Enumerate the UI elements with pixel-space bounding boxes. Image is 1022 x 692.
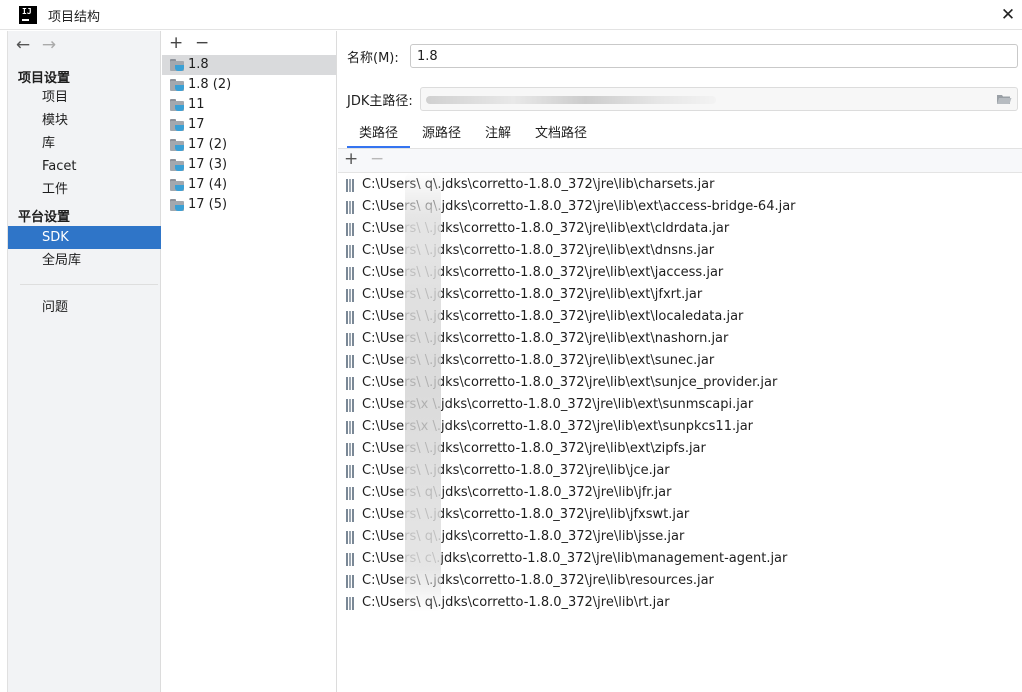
classpath-row[interactable]: C:\Users\ q\.jdks\corretto-1.8.0_372\jre… (346, 482, 672, 504)
tab-sourcepath[interactable]: 源路径 (410, 123, 473, 149)
window-title: 项目结构 (48, 10, 101, 25)
forward-arrow-icon[interactable]: → (40, 35, 58, 55)
back-arrow-icon[interactable]: ← (14, 35, 32, 55)
jdk-folder-icon (170, 179, 185, 191)
sdk-list-item-label: 17 (188, 117, 205, 132)
nav-item-artifacts[interactable]: 工件 (8, 178, 161, 201)
jdk-home-path-field[interactable] (420, 87, 1018, 111)
add-sdk-button[interactable]: + (169, 33, 183, 53)
classpath-row[interactable]: C:\Users\ q\.jdks\corretto-1.8.0_372\jre… (346, 592, 670, 614)
sdk-list-item[interactable]: 1.8 (162, 55, 336, 75)
logo-text: IJ (22, 7, 32, 16)
settings-nav: ← → 项目设置 项目 模块 库 Facet 工件 平台设置 SDK 全局库 问… (8, 31, 161, 692)
browse-folder-icon[interactable] (996, 93, 1012, 105)
name-input[interactable] (410, 44, 1018, 68)
jar-library-icon (346, 222, 356, 236)
close-icon[interactable]: ✕ (998, 5, 1018, 25)
redaction-smear (405, 172, 441, 612)
classpath-row[interactable]: C:\Users\ q\.jdks\corretto-1.8.0_372\jre… (346, 174, 715, 196)
jar-library-icon (346, 244, 356, 258)
background-window-edge (0, 31, 8, 692)
detail-tabs: 类路径 源路径 注解 文档路径 (347, 123, 599, 149)
jdk-folder-icon (170, 119, 185, 131)
classpath-row[interactable]: C:\Users\ \.jdks\corretto-1.8.0_372\jre\… (346, 570, 714, 592)
classpath-row[interactable]: C:\Users\ \.jdks\corretto-1.8.0_372\jre\… (346, 328, 728, 350)
jar-library-icon (346, 508, 356, 522)
nav-divider (20, 284, 158, 285)
sdk-list-item[interactable]: 17 (4) (162, 175, 336, 195)
add-classpath-button[interactable]: + (344, 149, 358, 169)
jar-library-icon (346, 442, 356, 456)
classpath-row[interactable]: C:\Users\ \.jdks\corretto-1.8.0_372\jre\… (346, 218, 729, 240)
nav-item-libraries[interactable]: 库 (8, 132, 161, 155)
tab-docpath[interactable]: 文档路径 (523, 123, 599, 149)
classpath-row[interactable]: C:\Users\ q\.jdks\corretto-1.8.0_372\jre… (346, 526, 684, 548)
jar-library-icon (346, 310, 356, 324)
sdk-list-item-label: 17 (4) (188, 177, 228, 192)
remove-sdk-button[interactable]: − (195, 33, 209, 53)
name-label-text: 名称(M): (347, 51, 399, 66)
jdk-home-label: JDK主路径: (347, 94, 413, 109)
nav-item-facet[interactable]: Facet (8, 155, 161, 178)
nav-item-modules[interactable]: 模块 (8, 109, 161, 132)
platform-settings-header: 平台设置 (18, 210, 71, 225)
redacted-path (426, 96, 716, 104)
jar-library-icon (346, 266, 356, 280)
jar-library-icon (346, 464, 356, 478)
sdk-list-item[interactable]: 17 (5) (162, 195, 336, 215)
nav-item-problems[interactable]: 问题 (8, 296, 161, 319)
jdk-folder-icon (170, 59, 185, 71)
sdk-list-item[interactable]: 17 (3) (162, 155, 336, 175)
name-label: 名称(M): (347, 47, 399, 66)
jdk-folder-icon (170, 199, 185, 211)
sdk-list-item-label: 11 (188, 97, 205, 112)
classpath-row[interactable]: C:\Users\ \.jdks\corretto-1.8.0_372\jre\… (346, 438, 706, 460)
jdk-folder-icon (170, 159, 185, 171)
jar-library-icon (346, 376, 356, 390)
jar-library-icon (346, 552, 356, 566)
jar-library-icon (346, 420, 356, 434)
jar-library-icon (346, 574, 356, 588)
sdk-list-item-label: 17 (3) (188, 157, 228, 172)
jar-library-icon (346, 200, 356, 214)
nav-item-global-libraries[interactable]: 全局库 (8, 249, 161, 272)
sdk-list-panel: + − 1.8 1.8 (2) 11 17 17 (2) 17 (3) 17 (4) 17 (… (162, 31, 337, 692)
nav-arrows: ← → (14, 35, 58, 55)
classpath-toolbar: + − (338, 149, 1022, 173)
sdk-list-item[interactable]: 17 (162, 115, 336, 135)
classpath-row[interactable]: C:\Users\ \.jdks\corretto-1.8.0_372\jre\… (346, 240, 714, 262)
jdk-folder-icon (170, 99, 185, 111)
sdk-list-item-label: 17 (5) (188, 197, 228, 212)
sdk-list-item[interactable]: 11 (162, 95, 336, 115)
sdk-list-item-label: 17 (2) (188, 137, 228, 152)
title-bar: IJ 项目结构 ✕ (0, 0, 1022, 30)
nav-item-project[interactable]: 项目 (8, 86, 161, 109)
classpath-row[interactable]: C:\Users\ \.jdks\corretto-1.8.0_372\jre\… (346, 262, 723, 284)
tab-annotations[interactable]: 注解 (473, 123, 523, 149)
remove-classpath-button[interactable]: − (370, 149, 384, 169)
nav-item-sdk[interactable]: SDK (8, 226, 161, 249)
jar-library-icon (346, 530, 356, 544)
intellij-logo-icon: IJ (19, 6, 37, 24)
sdk-list-item[interactable]: 1.8 (2) (162, 75, 336, 95)
jar-library-icon (346, 486, 356, 500)
sdk-list-item[interactable]: 17 (2) (162, 135, 336, 155)
sdk-list-item-label: 1.8 (2) (188, 77, 232, 92)
jar-library-icon (346, 332, 356, 346)
classpath-row[interactable]: C:\Users\ \.jdks\corretto-1.8.0_372\jre\… (346, 460, 670, 482)
jdk-folder-icon (170, 79, 185, 91)
sdk-list-item-label: 1.8 (188, 57, 209, 72)
jar-library-icon (346, 288, 356, 302)
jar-library-icon (346, 596, 356, 610)
jar-library-icon (346, 178, 356, 192)
jar-library-icon (346, 398, 356, 412)
jdk-folder-icon (170, 139, 185, 151)
jar-library-icon (346, 354, 356, 368)
project-settings-header: 项目设置 (18, 71, 71, 86)
classpath-row[interactable]: C:\Users\ \.jdks\corretto-1.8.0_372\jre\… (346, 504, 689, 526)
classpath-row[interactable]: C:\Users\ \.jdks\corretto-1.8.0_372\jre\… (346, 350, 714, 372)
classpath-row[interactable]: C:\Users\ \.jdks\corretto-1.8.0_372\jre\… (346, 284, 702, 306)
tab-classpath[interactable]: 类路径 (347, 123, 411, 149)
